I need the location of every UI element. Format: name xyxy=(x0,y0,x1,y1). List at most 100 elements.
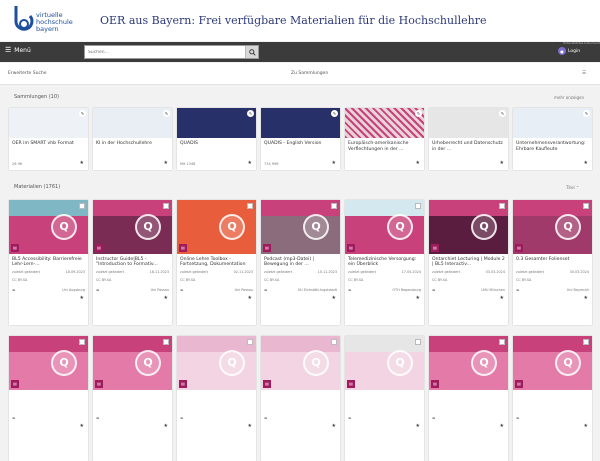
oer-q-logo-icon xyxy=(555,350,581,376)
star-icon[interactable]: ★ xyxy=(345,420,424,429)
material-title xyxy=(429,390,508,406)
material-title xyxy=(9,390,88,406)
material-footer: ▬ xyxy=(9,410,88,420)
select-checkbox[interactable] xyxy=(79,203,85,209)
star-icon[interactable]: ★ xyxy=(332,160,336,166)
material-card[interactable]: ▤ Ontarchiet Lecturing | Module 2 | BL5 I… xyxy=(429,200,508,325)
star-icon[interactable]: ★ xyxy=(9,292,88,301)
vhb-logo[interactable]: virtuelle hochschule bayern xyxy=(12,4,94,38)
star-icon[interactable]: ★ xyxy=(345,292,424,301)
collection-card[interactable]: ✎ KI in der Hochschullehre ★ xyxy=(93,108,172,170)
select-checkbox[interactable] xyxy=(583,203,589,209)
oer-q-logo-icon xyxy=(303,214,329,240)
oer-q-logo-icon xyxy=(387,214,413,240)
material-author-icon: ▬ xyxy=(264,416,268,420)
star-icon[interactable]: ★ xyxy=(429,292,508,301)
material-thumbnail: ▤ xyxy=(345,200,424,254)
material-footer: ▬ Uni Passau xyxy=(177,282,256,292)
collection-card[interactable]: ✎ Urheberrecht und Datenschutz in der ..… xyxy=(429,108,508,170)
material-thumbnail: ▤ xyxy=(93,200,172,254)
star-icon[interactable]: ★ xyxy=(500,160,504,166)
material-card[interactable]: ▤ BL5 Accessibility: Barrierefreie Lehr-L… xyxy=(9,200,88,325)
collection-card[interactable]: ✎ Unternehmensverantwortung: Ehrbare Kau… xyxy=(513,108,592,170)
select-checkbox[interactable] xyxy=(247,203,253,209)
search-button[interactable] xyxy=(245,46,258,58)
select-checkbox[interactable] xyxy=(79,339,85,345)
star-icon[interactable]: ★ xyxy=(177,292,256,301)
to-collections-link[interactable]: Zu Sammlungen xyxy=(291,71,328,76)
material-card[interactable]: ▤ 0.3 Gesamter Folienset zuletzt geändert 3… xyxy=(513,200,592,325)
select-checkbox[interactable] xyxy=(499,339,505,345)
material-type-icon: ▤ xyxy=(347,380,355,388)
material-type-icon: ▤ xyxy=(95,380,103,388)
select-checkbox[interactable] xyxy=(415,203,421,209)
select-checkbox[interactable] xyxy=(163,203,169,209)
oer-q-logo-icon xyxy=(135,350,161,376)
material-source: Uni Passau xyxy=(150,288,169,292)
star-icon[interactable]: ★ xyxy=(248,160,252,166)
material-card[interactable]: ▤ ▬★ xyxy=(93,336,172,461)
star-icon[interactable]: ★ xyxy=(93,420,172,429)
star-icon[interactable]: ★ xyxy=(261,420,340,429)
collection-title: QUADIS xyxy=(180,141,198,146)
material-title: Online Lehre Toolbox - Fortsetzung, Doku… xyxy=(180,257,246,268)
login-tooltip: Unterstütztes Dokument xyxy=(563,41,600,45)
collection-card[interactable]: ✎ OER im SMART vhb Format 26 96 ★ xyxy=(9,108,88,170)
site-title: OER aus Bayern: Frei verfügbare Material… xyxy=(100,14,487,27)
material-type-icon: ▤ xyxy=(11,380,19,388)
material-author-icon: ▬ xyxy=(432,416,436,420)
material-thumbnail: ▤ xyxy=(261,336,340,390)
material-card[interactable]: ▤ ▬★ xyxy=(177,336,256,461)
menu-button[interactable]: ☰ Menü xyxy=(5,46,31,54)
login-button[interactable]: ● Login xyxy=(558,47,580,55)
material-source: LMU München xyxy=(481,288,505,292)
select-checkbox[interactable] xyxy=(331,339,337,345)
material-author-icon: ▬ xyxy=(348,416,352,420)
star-icon[interactable]: ★ xyxy=(584,160,588,166)
material-card[interactable]: ▤ ▬★ xyxy=(429,336,508,461)
material-card[interactable]: ▤ Podcast (mp3-Datei) | Bewegung in der .… xyxy=(261,200,340,325)
list-view-icon[interactable]: ☰ xyxy=(582,71,586,76)
material-title xyxy=(177,390,256,406)
star-icon[interactable]: ★ xyxy=(80,160,84,166)
star-icon[interactable]: ★ xyxy=(429,420,508,429)
select-checkbox[interactable] xyxy=(331,203,337,209)
material-card[interactable]: ▤ ▬★ xyxy=(345,336,424,461)
select-checkbox[interactable] xyxy=(163,339,169,345)
search-input[interactable] xyxy=(85,46,245,58)
material-title: 0.3 Gesamter Folienset xyxy=(516,257,570,262)
material-card[interactable]: ▤ Instructor Guide|BL5 - "Introduction to… xyxy=(93,200,172,325)
material-card[interactable]: ▤ ▬★ xyxy=(513,336,592,461)
star-icon[interactable]: ★ xyxy=(416,160,420,166)
sort-asc-icon: ⌃ xyxy=(575,185,580,190)
material-footer: ▬ xyxy=(177,410,256,420)
star-icon[interactable]: ★ xyxy=(513,292,592,301)
collection-card[interactable]: ✎ QUADIS - English Version 734 996 ★ xyxy=(261,108,340,170)
collection-card[interactable]: ✎ QUADIS Mit 1348 ★ xyxy=(177,108,256,170)
material-thumbnail: ▤ xyxy=(429,200,508,254)
star-icon[interactable]: ★ xyxy=(261,292,340,301)
advanced-search-link[interactable]: Erweiterte Suche xyxy=(8,71,47,76)
star-icon[interactable]: ★ xyxy=(513,420,592,429)
material-card[interactable]: ▤ ▬★ xyxy=(9,336,88,461)
star-icon[interactable]: ★ xyxy=(9,420,88,429)
select-checkbox[interactable] xyxy=(247,339,253,345)
material-date: 03.03.2024 xyxy=(485,270,505,274)
material-card[interactable]: ▤ Telemedizinische Versorgung: ein Überbl… xyxy=(345,200,424,325)
select-checkbox[interactable] xyxy=(499,203,505,209)
select-checkbox[interactable] xyxy=(415,339,421,345)
collection-stats: 734 996 xyxy=(264,162,279,166)
star-icon[interactable]: ★ xyxy=(93,292,172,301)
oer-q-logo-icon xyxy=(471,214,497,240)
material-license: CC BY-SA xyxy=(432,278,448,282)
material-card[interactable]: ▤ Online Lehre Toolbox - Fortsetzung, Dok… xyxy=(177,200,256,325)
collection-card[interactable]: ✎ Europäisch-amerikanische Verflechtunge… xyxy=(345,108,424,170)
material-type-icon: ▤ xyxy=(347,244,355,252)
material-status: zuletzt geändert xyxy=(264,270,292,274)
sort-control[interactable]: Titel ⌃ xyxy=(566,185,579,190)
star-icon[interactable]: ★ xyxy=(177,420,256,429)
material-card[interactable]: ▤ ▬★ xyxy=(261,336,340,461)
star-icon[interactable]: ★ xyxy=(164,160,168,166)
collections-more-link[interactable]: mehr anzeigen xyxy=(554,95,584,100)
select-checkbox[interactable] xyxy=(583,339,589,345)
